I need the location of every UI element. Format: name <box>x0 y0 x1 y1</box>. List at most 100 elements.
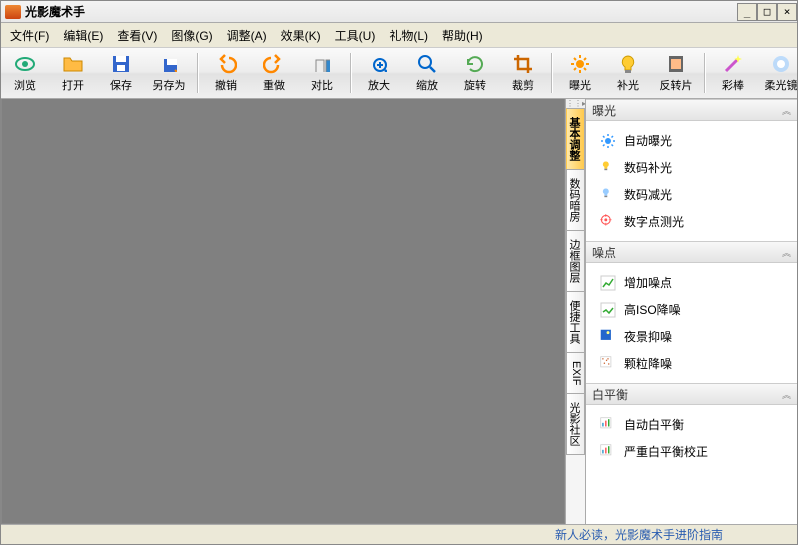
option-label: 自动白平衡 <box>624 416 684 433</box>
app-icon <box>5 5 21 19</box>
tool-rotate[interactable]: 旋转 <box>451 49 499 97</box>
zoom-icon <box>416 53 438 75</box>
zoom-in-icon <box>368 53 390 75</box>
menu-item[interactable]: 调整(A) <box>220 24 274 47</box>
section-title: 白平衡 <box>592 386 628 403</box>
close-button[interactable]: × <box>777 3 797 21</box>
guide-link[interactable]: 新人必读，光影魔术手进阶指南 <box>1 526 723 543</box>
menu-item[interactable]: 文件(F) <box>3 24 56 47</box>
option-label: 数码减光 <box>624 186 672 203</box>
maximize-button[interactable]: □ <box>757 3 777 21</box>
side-tab[interactable]: 边框图层 <box>566 230 585 292</box>
side-tab[interactable]: 光影社区 <box>566 393 585 455</box>
menu-item[interactable]: 编辑(E) <box>56 24 110 47</box>
tool-disk[interactable]: 保存 <box>97 49 145 97</box>
wand-icon <box>722 53 744 75</box>
side-tab[interactable]: 基本调整 <box>566 108 585 170</box>
tool-label: 打开 <box>62 77 84 93</box>
bulb-y-icon <box>600 160 616 176</box>
tool-label: 撤销 <box>215 77 237 93</box>
side-tab[interactable]: EXIF <box>566 352 585 394</box>
tool-zoom-in[interactable]: 放大 <box>355 49 403 97</box>
option-item[interactable]: 颗粒降噪 <box>586 350 797 377</box>
tool-label: 补光 <box>617 77 639 93</box>
option-item[interactable]: 自动白平衡 <box>586 411 797 438</box>
tool-label: 旋转 <box>464 77 486 93</box>
option-item[interactable]: 数码减光 <box>586 181 797 208</box>
eye-icon <box>14 53 36 75</box>
toolbar-separator <box>197 53 198 93</box>
menu-item[interactable]: 帮助(H) <box>435 24 490 47</box>
option-item[interactable]: 自动曝光 <box>586 127 797 154</box>
option-item[interactable]: 数码补光 <box>586 154 797 181</box>
option-label: 严重白平衡校正 <box>624 443 708 460</box>
option-label: 颗粒降噪 <box>624 355 672 372</box>
tool-label: 裁剪 <box>512 77 534 93</box>
tool-disk-as[interactable]: 另存为 <box>145 49 193 97</box>
film-icon <box>665 53 687 75</box>
rotate-icon <box>464 53 486 75</box>
sun-icon <box>569 53 591 75</box>
tool-zoom[interactable]: 缩放 <box>403 49 451 97</box>
tool-soft[interactable]: 柔光镜 <box>757 49 797 97</box>
tool-undo[interactable]: 撤销 <box>202 49 250 97</box>
disk-as-icon <box>158 53 180 75</box>
chevron-up-icon: ︽ <box>782 388 791 401</box>
section-body: 自动曝光数码补光数码减光数字点测光 <box>586 121 797 241</box>
tool-folder[interactable]: 打开 <box>49 49 97 97</box>
minimize-button[interactable]: _ <box>737 3 757 21</box>
tool-film[interactable]: 反转片 <box>652 49 700 97</box>
title-bar: 光影魔术手 _ □ × <box>1 1 797 23</box>
menu-item[interactable]: 工具(U) <box>328 24 383 47</box>
side-tabs: ⋮⋮▸ 基本调整数码暗房边框图层便捷工具EXIF光影社区 <box>565 99 585 524</box>
crop-icon <box>512 53 534 75</box>
tool-bulb[interactable]: 补光 <box>604 49 652 97</box>
tool-sun[interactable]: 曝光 <box>556 49 604 97</box>
menu-item[interactable]: 查看(V) <box>110 24 164 47</box>
option-item[interactable]: 高ISO降噪 <box>586 296 797 323</box>
redo-icon <box>263 53 285 75</box>
menu-item[interactable]: 效果(K) <box>274 24 328 47</box>
tool-crop[interactable]: 裁剪 <box>499 49 547 97</box>
status-bar: 新人必读，光影魔术手进阶指南 <box>1 524 797 544</box>
section-title: 噪点 <box>592 244 616 261</box>
canvas-viewport[interactable] <box>1 99 565 524</box>
toolbar-separator <box>350 53 351 93</box>
section-header[interactable]: 白平衡 ︽ <box>586 383 797 405</box>
section-header[interactable]: 曝光 ︽ <box>586 99 797 121</box>
section-body: 增加噪点高ISO降噪夜景抑噪颗粒降噪 <box>586 263 797 383</box>
option-item[interactable]: 严重白平衡校正 <box>586 438 797 465</box>
option-item[interactable]: 夜景抑噪 <box>586 323 797 350</box>
disk-icon <box>110 53 132 75</box>
chart-g-icon <box>600 302 616 318</box>
compare-icon <box>311 53 333 75</box>
tool-redo[interactable]: 重做 <box>250 49 298 97</box>
toolbar-separator <box>551 53 552 93</box>
tool-label: 对比 <box>311 77 333 93</box>
option-label: 自动曝光 <box>624 132 672 149</box>
target-icon <box>600 214 616 230</box>
tool-label: 反转片 <box>660 77 693 93</box>
tool-label: 放大 <box>368 77 390 93</box>
option-item[interactable]: 增加噪点 <box>586 269 797 296</box>
toolbar: 浏览打开保存另存为撤销重做对比放大缩放旋转裁剪曝光补光反转片彩棒柔光镜美 <box>1 47 797 99</box>
tool-label: 浏览 <box>14 77 36 93</box>
tool-wand[interactable]: 彩棒 <box>709 49 757 97</box>
tool-label: 彩棒 <box>722 77 744 93</box>
section-body: 自动白平衡严重白平衡校正 <box>586 405 797 471</box>
tool-compare[interactable]: 对比 <box>298 49 346 97</box>
chevron-up-icon: ︽ <box>782 246 791 259</box>
night-icon <box>600 329 616 345</box>
option-label: 夜景抑噪 <box>624 328 672 345</box>
side-tab[interactable]: 便捷工具 <box>566 291 585 353</box>
option-item[interactable]: 数字点测光 <box>586 208 797 235</box>
side-tab[interactable]: 数码暗房 <box>566 169 585 231</box>
option-label: 高ISO降噪 <box>624 301 681 318</box>
chevron-up-icon: ︽ <box>782 104 791 117</box>
tool-eye[interactable]: 浏览 <box>1 49 49 97</box>
main-area: ⋮⋮▸ 基本调整数码暗房边框图层便捷工具EXIF光影社区 曝光 ︽ 自动曝光数码补光… <box>1 99 797 524</box>
section-header[interactable]: 噪点 ︽ <box>586 241 797 263</box>
menu-item[interactable]: 礼物(L) <box>382 24 435 47</box>
section-title: 曝光 <box>592 102 616 119</box>
menu-item[interactable]: 图像(G) <box>164 24 219 47</box>
